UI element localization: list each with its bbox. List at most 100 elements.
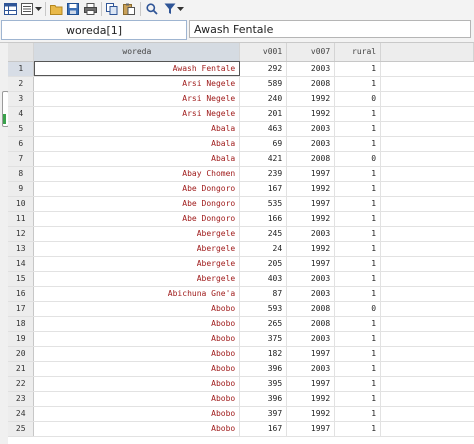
cell-woreda[interactable]: Abe Dongoro: [33, 196, 241, 212]
print-icon[interactable]: [83, 1, 97, 17]
cell-empty[interactable]: [380, 136, 474, 152]
row-number[interactable]: 1: [8, 61, 35, 77]
cell-woreda[interactable]: Abala: [33, 121, 241, 137]
cell-v001[interactable]: 395: [239, 376, 288, 392]
cell-empty[interactable]: [380, 151, 474, 167]
cell-v007[interactable]: 1992: [286, 241, 336, 257]
cell-rural[interactable]: 1: [334, 406, 382, 422]
row-number[interactable]: 17: [8, 301, 35, 317]
row-number[interactable]: 2: [8, 76, 35, 92]
cell-v001[interactable]: 292: [239, 61, 288, 77]
column-header-rural[interactable]: rural: [334, 43, 382, 62]
cell-empty[interactable]: [380, 301, 474, 317]
cell-v007[interactable]: 2003: [286, 361, 336, 377]
cell-empty[interactable]: [380, 421, 474, 437]
cell-rural[interactable]: 1: [334, 376, 382, 392]
cell-empty[interactable]: [380, 286, 474, 302]
cell-value-field[interactable]: Awash Fentale: [189, 20, 471, 38]
cell-woreda[interactable]: Abergele: [33, 256, 241, 272]
row-number[interactable]: 19: [8, 331, 35, 347]
cell-woreda[interactable]: Abergele: [33, 271, 241, 287]
cell-empty[interactable]: [380, 361, 474, 377]
row-number[interactable]: 6: [8, 136, 35, 152]
cell-empty[interactable]: [380, 61, 474, 77]
cell-v001[interactable]: 87: [239, 286, 288, 302]
row-number[interactable]: 21: [8, 361, 35, 377]
cell-empty[interactable]: [380, 406, 474, 422]
cell-v001[interactable]: 69: [239, 136, 288, 152]
cell-v007[interactable]: 1997: [286, 346, 336, 362]
row-number[interactable]: 20: [8, 346, 35, 362]
find-icon[interactable]: [145, 1, 159, 17]
cell-v007[interactable]: 2003: [286, 286, 336, 302]
column-header-v007[interactable]: v007: [286, 43, 336, 62]
row-number[interactable]: 24: [8, 406, 35, 422]
cell-v001[interactable]: 463: [239, 121, 288, 137]
cell-v001[interactable]: 375: [239, 331, 288, 347]
cell-woreda[interactable]: Abay Chomen: [33, 166, 241, 182]
cell-v007[interactable]: 1997: [286, 166, 336, 182]
cell-rural[interactable]: 1: [334, 166, 382, 182]
cell-reference-field[interactable]: woreda[1]: [1, 20, 187, 40]
cell-v007[interactable]: 2003: [286, 271, 336, 287]
cell-v007[interactable]: 1997: [286, 376, 336, 392]
column-header-woreda[interactable]: woreda: [33, 43, 241, 62]
cell-empty[interactable]: [380, 256, 474, 272]
cell-rural[interactable]: 1: [334, 76, 382, 92]
cell-v001[interactable]: 245: [239, 226, 288, 242]
column-header-v001[interactable]: v001: [239, 43, 288, 62]
cell-v001[interactable]: 589: [239, 76, 288, 92]
cell-rural[interactable]: 1: [334, 346, 382, 362]
row-number[interactable]: 8: [8, 166, 35, 182]
cell-woreda[interactable]: Arsi Negele: [33, 106, 241, 122]
cell-empty[interactable]: [380, 211, 474, 227]
cell-v007[interactable]: 2003: [286, 226, 336, 242]
cell-woreda[interactable]: Abala: [33, 136, 241, 152]
cell-woreda[interactable]: Abobo: [33, 421, 241, 437]
cell-v007[interactable]: 1997: [286, 196, 336, 212]
cell-v007[interactable]: 1997: [286, 256, 336, 272]
cell-woreda[interactable]: Abichuna Gne'a: [33, 286, 241, 302]
cell-empty[interactable]: [380, 241, 474, 257]
row-number[interactable]: 9: [8, 181, 35, 197]
cell-woreda[interactable]: Abala: [33, 151, 241, 167]
cell-v007[interactable]: 2003: [286, 136, 336, 152]
save-icon[interactable]: [66, 1, 80, 17]
dropdown-arrow-icon[interactable]: [176, 1, 185, 17]
row-number[interactable]: 7: [8, 151, 35, 167]
cell-rural[interactable]: 1: [334, 361, 382, 377]
cell-v001[interactable]: 167: [239, 181, 288, 197]
row-number[interactable]: 14: [8, 256, 35, 272]
cell-empty[interactable]: [380, 316, 474, 332]
cell-rural[interactable]: 0: [334, 91, 382, 107]
cell-empty[interactable]: [380, 181, 474, 197]
dropdown-arrow-icon[interactable]: [34, 1, 43, 17]
row-number[interactable]: 5: [8, 121, 35, 137]
row-number[interactable]: 13: [8, 241, 35, 257]
row-number[interactable]: 16: [8, 286, 35, 302]
cell-v007[interactable]: 1992: [286, 391, 336, 407]
row-number[interactable]: 22: [8, 376, 35, 392]
cell-v007[interactable]: 1997: [286, 421, 336, 437]
cell-rural[interactable]: 1: [334, 241, 382, 257]
cell-rural[interactable]: 1: [334, 106, 382, 122]
row-number[interactable]: 11: [8, 211, 35, 227]
row-number[interactable]: 25: [8, 421, 35, 437]
cell-empty[interactable]: [380, 226, 474, 242]
cell-woreda[interactable]: Abobo: [33, 391, 241, 407]
cell-empty[interactable]: [380, 331, 474, 347]
cell-v001[interactable]: 205: [239, 256, 288, 272]
cell-woreda[interactable]: Abobo: [33, 406, 241, 422]
cell-rural[interactable]: 1: [334, 271, 382, 287]
copy-icon[interactable]: [105, 1, 119, 17]
cell-empty[interactable]: [380, 376, 474, 392]
cell-rural[interactable]: 1: [334, 61, 382, 77]
cell-rural[interactable]: 1: [334, 316, 382, 332]
cell-rural[interactable]: 0: [334, 301, 382, 317]
cell-v001[interactable]: 397: [239, 406, 288, 422]
cell-v001[interactable]: 167: [239, 421, 288, 437]
paste-icon[interactable]: [122, 1, 136, 17]
cell-rural[interactable]: 1: [334, 331, 382, 347]
cell-woreda[interactable]: Abobo: [33, 301, 241, 317]
cell-v007[interactable]: 2003: [286, 121, 336, 137]
